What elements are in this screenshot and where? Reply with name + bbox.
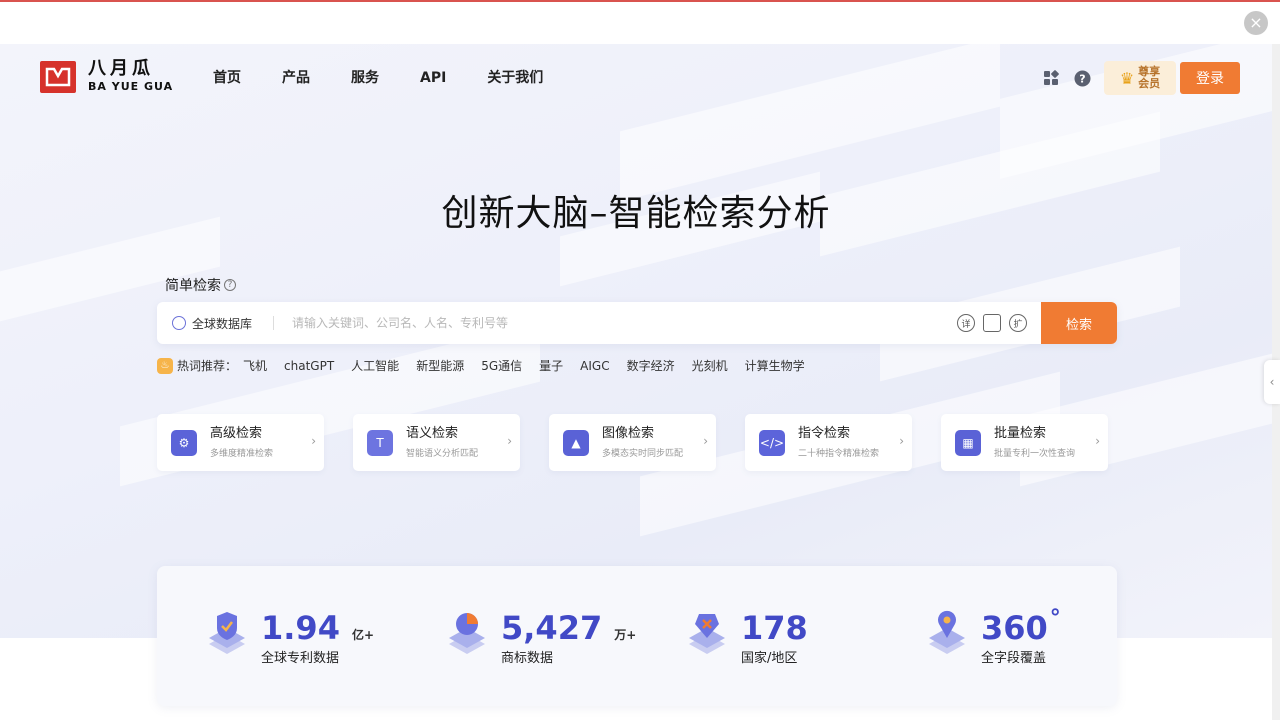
location-pin-icon — [925, 610, 969, 658]
stat-unit: 亿+ — [351, 628, 375, 642]
page-title: 创新大脑–智能检索分析 — [441, 193, 831, 234]
hot-word-item[interactable]: chatGPT — [284, 359, 334, 373]
mode-subtitle: 批量专利一次性查询 — [994, 449, 1076, 459]
hot-word-item[interactable]: AIGC — [580, 359, 609, 373]
hot-word-item[interactable]: 光刻机 — [692, 357, 728, 374]
mode-card-advanced[interactable]: ⚙ 高级检索 多维度精准检索 › — [157, 414, 324, 471]
database-label: 全球数据库 — [192, 316, 253, 331]
copy-icon[interactable] — [983, 314, 1001, 332]
hot-word-item[interactable]: 数字经济 — [627, 357, 675, 374]
logo-mark-icon — [40, 60, 76, 93]
mode-title: 指令检索 — [798, 426, 851, 441]
grid-search-icon: ▦ — [955, 429, 981, 456]
mode-subtitle: 多模态实时同步匹配 — [602, 449, 684, 459]
simple-search-label: 简单检索 ? — [165, 275, 236, 295]
stat-trademarks: 5,427 万+ 商标数据 — [445, 610, 636, 666]
stat-unit: ° — [1049, 606, 1061, 631]
mode-subtitle: 多维度精准检索 — [210, 449, 274, 459]
logo[interactable]: 八月瓜 BA YUE GUA — [40, 60, 173, 93]
mode-subtitle: 智能语义分析匹配 — [406, 449, 479, 459]
header-actions: ? ♛ 尊享 会员 登录 — [1042, 61, 1240, 95]
mode-card-semantic[interactable]: T 语义检索 智能语义分析匹配 › — [353, 414, 520, 471]
search-box: 全球数据库 详 扩 检索 — [157, 302, 1117, 344]
mode-card-image[interactable]: ▲ 图像检索 多模态实时同步匹配 › — [549, 414, 716, 471]
search-modes: ⚙ 高级检索 多维度精准检索 › T 语义检索 智能语义分析匹配 › ▲ 图像检… — [157, 414, 1108, 471]
apps-grid-icon[interactable] — [1042, 69, 1060, 87]
expand-search-icon[interactable]: 扩 — [1009, 314, 1027, 332]
stat-label: 全字段覆盖 — [981, 651, 1047, 666]
database-select[interactable]: 全球数据库 — [157, 315, 273, 332]
stats-panel: 1.94 亿+ 全球专利数据 5,427 万+ 商标数据 178 国家/地区 3… — [157, 566, 1117, 706]
database-icon — [172, 316, 186, 330]
chevron-right-icon: › — [703, 434, 708, 448]
help-icon[interactable]: ? — [1073, 69, 1091, 87]
hot-words: ♨ 热词推荐： 飞机 chatGPT 人工智能 新型能源 5G通信 量子 AIG… — [157, 357, 822, 374]
stat-patents: 1.94 亿+ 全球专利数据 — [205, 610, 374, 666]
stat-value: 178 — [741, 609, 808, 647]
hot-words-label: 热词推荐： — [177, 359, 238, 373]
logo-text-en: BA YUE GUA — [88, 80, 174, 93]
hot-word-item[interactable]: 飞机 — [243, 357, 267, 374]
hot-word-item[interactable]: 5G通信 — [481, 357, 522, 374]
pie-chart-icon — [445, 610, 489, 658]
mode-title: 批量检索 — [994, 426, 1047, 441]
stat-countries: 178 国家/地区 — [685, 610, 820, 666]
stat-label: 全球专利数据 — [261, 651, 340, 666]
chevron-right-icon: › — [899, 434, 904, 448]
stat-value: 360 — [981, 609, 1048, 647]
svg-text:?: ? — [1079, 72, 1085, 85]
text-icon: T — [367, 429, 393, 456]
crown-icon: ♛ — [1119, 68, 1135, 88]
stat-value: 5,427 — [501, 609, 603, 647]
mode-card-command[interactable]: </> 指令检索 二十种指令精准检索 › — [745, 414, 912, 471]
main-nav: 首页 产品 服务 API 关于我们 — [213, 68, 584, 88]
nav-services[interactable]: 服务 — [351, 68, 379, 88]
hot-word-item[interactable]: 量子 — [539, 357, 563, 374]
chevron-right-icon: › — [507, 434, 512, 448]
nav-products[interactable]: 产品 — [282, 68, 310, 88]
close-icon[interactable]: × — [1244, 11, 1268, 35]
mode-title: 语义检索 — [406, 426, 459, 441]
stat-unit: 万+ — [614, 628, 637, 642]
chevron-right-icon: › — [311, 434, 316, 448]
logo-text-cn: 八月瓜 — [88, 58, 154, 79]
side-collapse-tab[interactable]: ‹ — [1264, 360, 1280, 404]
fire-icon: ♨ — [157, 357, 173, 374]
nav-api[interactable]: API — [420, 68, 446, 88]
detail-search-icon[interactable]: 详 — [957, 314, 975, 332]
mode-subtitle: 二十种指令精准检索 — [798, 449, 880, 459]
mode-title: 高级检索 — [210, 426, 263, 441]
stat-label: 国家/地区 — [741, 651, 798, 666]
vip-label-2: 会员 — [1138, 77, 1161, 90]
mode-card-batch[interactable]: ▦ 批量检索 批量专利一次性查询 › — [941, 414, 1108, 471]
globe-icon — [685, 610, 729, 658]
nav-home[interactable]: 首页 — [213, 68, 241, 88]
vip-button[interactable]: ♛ 尊享 会员 — [1104, 61, 1176, 95]
shield-check-icon — [205, 610, 249, 658]
hot-word-item[interactable]: 人工智能 — [351, 357, 399, 374]
stat-label: 商标数据 — [501, 651, 554, 666]
hot-word-item[interactable]: 新型能源 — [416, 357, 464, 374]
image-icon: ▲ — [563, 429, 589, 456]
simple-search-text: 简单检索 — [165, 278, 221, 294]
search-input[interactable] — [274, 316, 957, 330]
gear-search-icon: ⚙ — [171, 429, 197, 456]
login-button[interactable]: 登录 — [1180, 62, 1240, 94]
chevron-right-icon: › — [1095, 434, 1100, 448]
stat-value: 1.94 — [261, 609, 340, 647]
top-banner-strip — [0, 0, 1280, 44]
stat-fields: 360 ° 全字段覆盖 — [925, 606, 1061, 666]
nav-about[interactable]: 关于我们 — [487, 68, 543, 88]
question-icon[interactable]: ? — [224, 279, 236, 291]
code-icon: </> — [759, 429, 785, 456]
search-button[interactable]: 检索 — [1041, 302, 1117, 344]
mode-title: 图像检索 — [602, 426, 655, 441]
hot-word-item[interactable]: 计算生物学 — [745, 357, 805, 374]
